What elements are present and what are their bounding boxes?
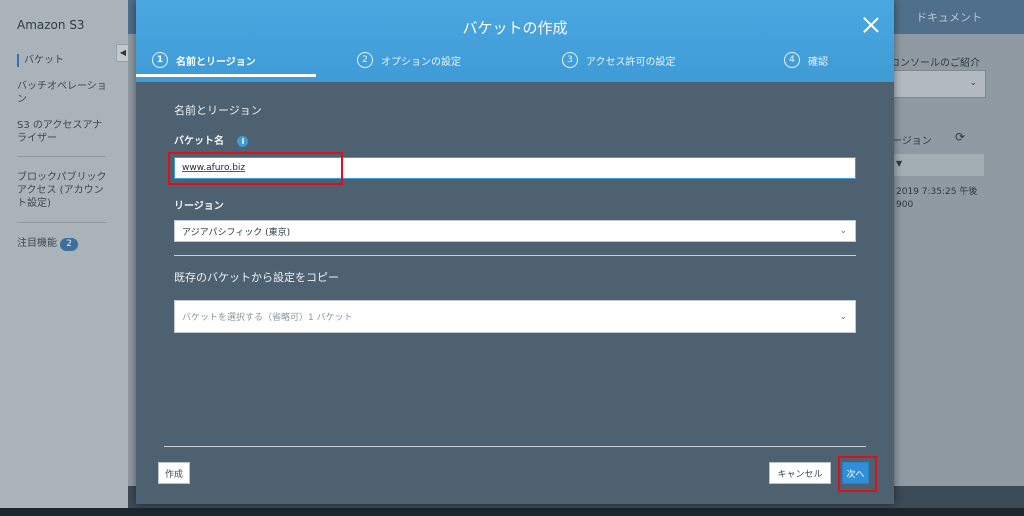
chevron-down-icon: ⌄: [839, 226, 847, 236]
create-button[interactable]: 作成: [158, 462, 190, 484]
cancel-button[interactable]: キャンセル: [769, 462, 831, 484]
region-value: アジアパシフィック (東京): [182, 227, 291, 238]
bucket-name-label-text: バケット名: [174, 136, 224, 147]
sidebar-divider: [17, 222, 106, 223]
chevron-down-icon: ⌄: [839, 312, 847, 322]
footer-divider: [164, 446, 866, 447]
close-icon[interactable]: [862, 16, 880, 34]
sidebar: Amazon S3 バケット バッチオペレーション S3 のアクセスアナライザー…: [0, 0, 130, 516]
dialog-header: バケットの作成 1 名前とリージョン 2 オプションの設定 3 アクセス許可の設…: [136, 0, 894, 82]
dialog-title: バケットの作成: [462, 19, 568, 37]
sort-down-icon[interactable]: ▼: [896, 159, 902, 168]
active-step-indicator: [136, 74, 316, 77]
sidebar-item-block-public-access[interactable]: ブロックパブリックアクセス (アカウント設定): [17, 171, 112, 210]
copy-settings-title: 既存のバケットから設定をコピー: [174, 271, 339, 284]
step-label: 確認: [808, 56, 828, 68]
wizard-steps: 1 名前とリージョン 2 オプションの設定 3 アクセス許可の設定 4 確認: [136, 52, 894, 78]
console-intro-label: コンソールのご紹介: [890, 58, 980, 69]
copy-bucket-placeholder: バケットを選択する（省略可）1 バケット: [182, 313, 353, 323]
featured-count-badge: 2: [60, 238, 78, 251]
highlight-box: [168, 152, 343, 185]
step-number: 1: [152, 52, 168, 68]
section-title: 名前とリージョン: [174, 104, 262, 117]
region-label: リージョン: [174, 201, 224, 212]
date-line: 2019 7:35:25 午後: [896, 187, 978, 197]
step-number: 2: [357, 52, 373, 68]
step-options[interactable]: 2 オプションの設定: [357, 52, 461, 68]
sidebar-item-buckets[interactable]: バケット: [17, 54, 119, 67]
region-column-header: ージョン: [892, 136, 932, 147]
step-permissions[interactable]: 3 アクセス許可の設定: [562, 52, 676, 68]
documentation-link[interactable]: ドキュメント: [916, 9, 982, 25]
brand-title: Amazon S3: [17, 18, 85, 32]
step-label: 名前とリージョン: [176, 56, 256, 68]
sidebar-item-access-analyzer[interactable]: S3 のアクセスアナライザー: [17, 119, 112, 145]
step-name-and-region[interactable]: 1 名前とリージョン: [152, 52, 256, 68]
refresh-icon[interactable]: ⟳: [955, 130, 965, 144]
divider: [174, 255, 856, 256]
create-bucket-dialog: バケットの作成 1 名前とリージョン 2 オプションの設定 3 アクセス許可の設…: [136, 0, 894, 504]
sidebar-divider: [17, 156, 106, 157]
sidebar-item-featured-label: 注目機能: [17, 238, 57, 249]
highlight-box: [838, 456, 877, 492]
step-review[interactable]: 4 確認: [784, 52, 828, 68]
date-line: 900: [896, 200, 914, 210]
sidebar-item-featured[interactable]: 注目機能 2: [17, 237, 112, 251]
copy-bucket-select[interactable]: バケットを選択する（省略可）1 バケット ⌄: [174, 300, 856, 333]
table-cell-date: 2019 7:35:25 午後 900: [896, 186, 977, 212]
taskbar: [0, 508, 1024, 516]
background-select[interactable]: ⌄: [888, 70, 986, 98]
bucket-name-label: バケット名 i: [174, 132, 249, 147]
chevron-down-icon: ⌄: [969, 78, 977, 88]
sidebar-item-batch-operations[interactable]: バッチオペレーション: [17, 80, 112, 106]
table-header: ▼: [888, 154, 984, 176]
step-number: 4: [784, 52, 800, 68]
step-label: オプションの設定: [381, 56, 461, 68]
info-icon[interactable]: i: [237, 135, 249, 147]
region-select[interactable]: アジアパシフィック (東京) ⌄: [174, 220, 856, 242]
step-label: アクセス許可の設定: [586, 56, 676, 68]
step-number: 3: [562, 52, 578, 68]
